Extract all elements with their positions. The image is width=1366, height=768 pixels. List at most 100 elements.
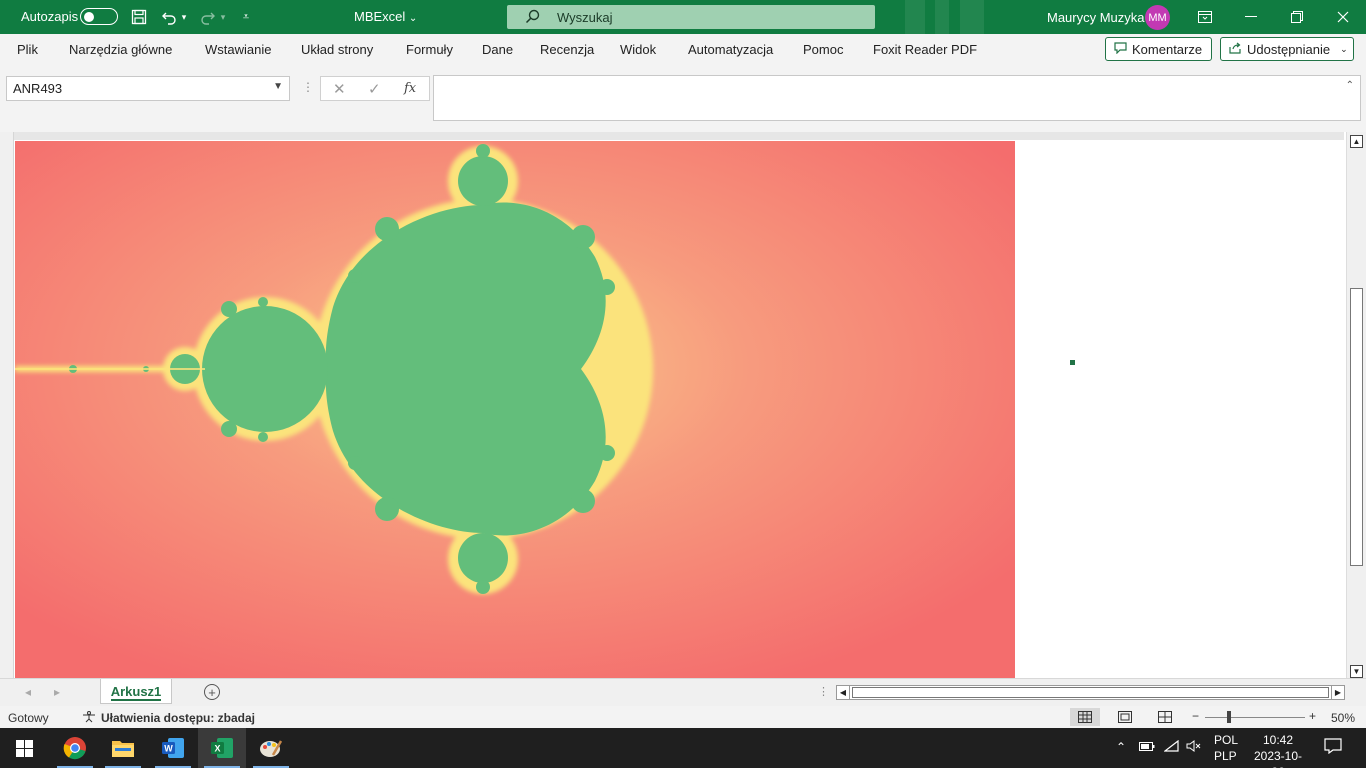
accessibility-check[interactable]: Ułatwienia dostępu: zbadaj — [101, 711, 255, 725]
column-headers[interactable] — [14, 132, 1344, 140]
resize-handle-icon[interactable]: ⋮ — [302, 80, 314, 94]
search-icon — [525, 9, 540, 27]
scroll-up-icon[interactable]: ▲ — [1350, 135, 1363, 148]
clock[interactable]: 10:42 2023-10-26 — [1248, 732, 1308, 768]
input-language[interactable]: POL PLP — [1214, 732, 1238, 764]
name-box-value: ANR493 — [13, 81, 63, 96]
comments-button[interactable]: Komentarze — [1105, 37, 1212, 61]
tab-file[interactable]: Plik — [17, 42, 38, 57]
ribbon-display-options-icon[interactable] — [1182, 0, 1228, 34]
title-bar: Autozapis ▾ ▾ ⩡ MBExcel ⌄ Wyszukaj Maury… — [0, 0, 1366, 34]
undo-icon[interactable] — [158, 6, 180, 28]
next-sheet-icon[interactable]: ▸ — [54, 685, 60, 699]
customize-toolbar-icon[interactable]: ⩡ — [235, 6, 257, 28]
search-placeholder: Wyszukaj — [557, 10, 613, 25]
vertical-scroll-thumb[interactable] — [1350, 288, 1363, 566]
previous-sheet-icon[interactable]: ◂ — [25, 685, 31, 699]
cancel-icon[interactable]: ✕ — [333, 80, 346, 98]
zoom-slider[interactable] — [1205, 717, 1305, 718]
tab-automate[interactable]: Automatyzacja — [688, 42, 773, 57]
tab-home[interactable]: Narzędzia główne — [69, 42, 172, 57]
share-button[interactable]: Udostępnianie ⌄ — [1220, 37, 1354, 61]
tab-insert[interactable]: Wstawianie — [205, 42, 271, 57]
row-headers[interactable] — [0, 132, 14, 678]
save-icon[interactable] — [128, 6, 150, 28]
formula-buttons: ✕ ✓ fx — [320, 76, 430, 101]
comments-label: Komentarze — [1132, 41, 1203, 57]
sheet-tab-arkusz1[interactable]: Arkusz1 — [100, 679, 172, 704]
autosave-toggle[interactable] — [80, 8, 118, 25]
redo-dropdown-icon[interactable]: ▾ — [217, 6, 229, 28]
active-cell[interactable] — [1070, 360, 1075, 365]
undo-dropdown-icon[interactable]: ▾ — [178, 6, 190, 28]
svg-text:X: X — [214, 744, 220, 754]
insert-function-icon[interactable]: fx — [404, 81, 416, 96]
tab-formulas[interactable]: Formuły — [406, 42, 453, 57]
status-ready: Gotowy — [8, 711, 49, 725]
tab-data[interactable]: Dane — [482, 42, 513, 57]
word-icon[interactable]: W — [149, 728, 197, 768]
zoom-slider-thumb[interactable] — [1227, 711, 1231, 723]
battery-icon[interactable] — [1139, 740, 1155, 755]
normal-view-icon[interactable] — [1070, 708, 1100, 726]
keyboard-layout: PLP — [1214, 749, 1237, 763]
file-name: MBExcel — [354, 9, 406, 24]
show-hidden-icons[interactable]: ⌃ — [1116, 740, 1126, 754]
close-icon[interactable] — [1320, 0, 1366, 34]
file-explorer-icon[interactable] — [99, 728, 147, 768]
status-bar: Gotowy Ułatwienia dostępu: zbadaj − + 50… — [0, 706, 1366, 728]
collapse-formula-bar-icon[interactable]: ⌃ — [1346, 80, 1354, 91]
horizontal-scrollbar[interactable]: ◀ ▶ — [836, 685, 1345, 700]
minimize-icon[interactable] — [1228, 0, 1274, 34]
zoom-level[interactable]: 50% — [1331, 711, 1355, 725]
ribbon-decoration — [905, 0, 925, 34]
avatar[interactable]: MM — [1145, 5, 1170, 30]
search-box[interactable]: Wyszukaj — [507, 5, 875, 29]
windows-start-icon[interactable] — [0, 728, 48, 768]
language-code: POL — [1214, 733, 1239, 747]
excel-icon[interactable]: X — [198, 728, 246, 768]
comment-icon — [1114, 41, 1127, 57]
mandelbrot-image[interactable] — [15, 141, 1015, 678]
page-layout-view-icon[interactable] — [1110, 708, 1140, 726]
horizontal-scroll-thumb[interactable] — [852, 687, 1329, 698]
chrome-icon[interactable] — [51, 728, 99, 768]
name-box[interactable]: ANR493 ▼ — [6, 76, 290, 101]
redo-icon[interactable] — [197, 6, 219, 28]
zoom-in-icon[interactable]: + — [1309, 709, 1316, 723]
document-title[interactable]: MBExcel ⌄ — [354, 9, 417, 24]
worksheet-grid[interactable]: ▲ ▼ — [0, 132, 1366, 678]
scroll-right-icon[interactable]: ▶ — [1331, 686, 1344, 699]
zoom-out-icon[interactable]: − — [1192, 709, 1199, 723]
formula-bar-area: ANR493 ▼ ⋮ ✕ ✓ fx ⌃ — [0, 64, 1366, 132]
page-break-view-icon[interactable] — [1150, 708, 1180, 726]
vertical-scrollbar[interactable]: ▲ ▼ — [1346, 132, 1366, 678]
scroll-down-icon[interactable]: ▼ — [1350, 665, 1363, 678]
tab-view[interactable]: Widok — [620, 42, 656, 57]
enter-icon[interactable]: ✓ — [368, 80, 381, 98]
share-icon — [1229, 42, 1242, 57]
volume-muted-icon[interactable] — [1186, 740, 1202, 755]
resize-handle-icon[interactable]: ⋮ — [818, 685, 829, 698]
svg-text:W: W — [164, 744, 173, 754]
wifi-icon[interactable] — [1163, 739, 1180, 755]
accessibility-icon — [82, 711, 96, 726]
tab-review[interactable]: Recenzja — [540, 42, 594, 57]
scroll-left-icon[interactable]: ◀ — [837, 686, 850, 699]
chevron-down-icon: ⌄ — [1340, 43, 1348, 54]
share-label: Udostępnianie — [1247, 41, 1331, 57]
paint-icon[interactable] — [247, 728, 295, 768]
clock-time: 10:42 — [1262, 733, 1294, 747]
name-box-dropdown-icon[interactable]: ▼ — [273, 81, 283, 92]
tab-page-layout[interactable]: Układ strony — [301, 42, 373, 57]
ribbon-tabs: Plik Narzędzia główne Wstawianie Układ s… — [0, 34, 1366, 64]
add-sheet-icon[interactable]: + — [204, 684, 220, 700]
restore-icon[interactable] — [1274, 0, 1320, 34]
tab-help[interactable]: Pomoc — [803, 42, 843, 57]
tab-foxit[interactable]: Foxit Reader PDF — [873, 42, 977, 57]
user-name[interactable]: Maurycy Muzyka — [1047, 10, 1145, 25]
ribbon-decoration — [935, 0, 949, 34]
formula-input[interactable]: ⌃ — [433, 75, 1361, 121]
ribbon-decoration — [960, 0, 984, 34]
notifications-icon[interactable] — [1324, 738, 1342, 757]
